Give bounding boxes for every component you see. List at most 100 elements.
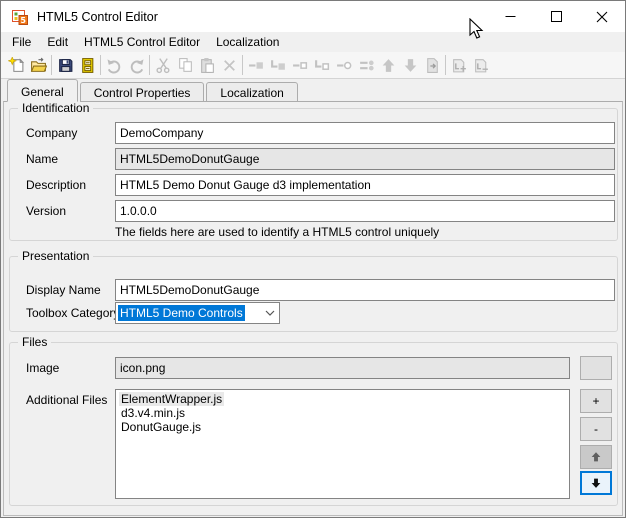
- menu-file[interactable]: File: [4, 33, 39, 51]
- add-localization-file-icon: [452, 58, 466, 72]
- attach-corner-solid-button: [267, 54, 289, 76]
- attach-line-hollow-button: [289, 54, 311, 76]
- app-icon: 5: [12, 9, 28, 25]
- attach-circle-icon: [336, 61, 351, 69]
- toolbar-separator: [51, 55, 52, 75]
- attach-circle-button: [333, 54, 355, 76]
- bind-list-button: [355, 54, 377, 76]
- move-file-down-button[interactable]: [580, 471, 612, 495]
- chevron-down-icon[interactable]: [261, 310, 279, 316]
- toolbar: [1, 52, 625, 79]
- redo-icon: [130, 58, 144, 73]
- identification-company-label: Company: [26, 126, 78, 140]
- presentation-group: Presentation Display Name HTML5DemoDonut…: [9, 249, 618, 332]
- paste-icon: [200, 57, 214, 73]
- attach-corner-hollow-icon: [314, 59, 329, 70]
- move-file-up-button[interactable]: [580, 445, 612, 469]
- add-localization-file-button: [448, 54, 470, 76]
- export-document-icon: [426, 57, 438, 73]
- remove-localization-file-icon: [474, 58, 488, 72]
- minimize-icon: [505, 16, 515, 17]
- menu-localization[interactable]: Localization: [208, 33, 287, 51]
- identification-description-label: Description: [26, 178, 87, 192]
- undo-button: [103, 54, 125, 76]
- toolbox-category-label: Toolbox Category: [26, 306, 120, 320]
- image-label: Image: [26, 361, 60, 375]
- close-button[interactable]: [579, 1, 625, 32]
- open-control-icon: [30, 57, 47, 72]
- files-group: Files Image icon.png Additional Files El…: [9, 335, 618, 506]
- save-button[interactable]: [54, 54, 76, 76]
- html5-control-editor-window: 5 HTML5 Control Editor File Edit HTML5 Con…: [0, 0, 626, 518]
- export-document-button: [421, 54, 443, 76]
- list-item-d3-v4-min-js[interactable]: d3.v4.min.js: [119, 406, 569, 420]
- maximize-button[interactable]: [533, 1, 579, 32]
- presentation-group-label: Presentation: [18, 249, 94, 263]
- toolbox-category-combobox[interactable]: HTML5 Demo Controls: [115, 302, 280, 324]
- save-icon: [58, 58, 72, 72]
- menu-html5-control-editor[interactable]: HTML5 Control Editor: [76, 33, 208, 51]
- toolbox-category-selected-value: HTML5 Demo Controls: [118, 305, 245, 321]
- identification-name-label: Name: [26, 152, 59, 166]
- window-title: HTML5 Control Editor: [37, 9, 158, 24]
- identification-company-field[interactable]: DemoCompany: [115, 122, 615, 144]
- remove-localization-file-button: [470, 54, 492, 76]
- tab-localization[interactable]: Localization: [206, 82, 298, 102]
- files-group-label: Files: [18, 335, 52, 349]
- bind-list-icon: [359, 60, 374, 70]
- attach-line-solid-button: [245, 54, 267, 76]
- tab-control-properties[interactable]: Control Properties: [79, 82, 205, 102]
- identification-group-label: Identification: [18, 101, 94, 115]
- caption-buttons: [487, 1, 625, 32]
- open-control-button[interactable]: [27, 54, 49, 76]
- identification-group: Identification The fields here are used …: [9, 101, 618, 241]
- remove-file-button[interactable]: -: [580, 417, 612, 441]
- minimize-button[interactable]: [487, 1, 533, 32]
- close-icon: [596, 11, 608, 22]
- cut-icon: [155, 57, 170, 73]
- svg-text:5: 5: [20, 15, 26, 24]
- move-up-icon: [382, 58, 394, 72]
- paste-button: [196, 54, 218, 76]
- toolbar-separator: [445, 55, 446, 75]
- identification-version-field[interactable]: 1.0.0.0: [115, 200, 615, 222]
- browse-image-button[interactable]: [580, 356, 612, 380]
- toolbar-separator: [149, 55, 150, 75]
- new-control-button[interactable]: [5, 54, 27, 76]
- attach-line-hollow-icon: [292, 61, 307, 69]
- menu-bar: File Edit HTML5 Control Editor Localization: [1, 32, 625, 52]
- copy-icon: [178, 57, 192, 72]
- save-archive-button[interactable]: [76, 54, 98, 76]
- cut-button: [152, 54, 174, 76]
- list-item-text: d3.v4.min.js: [121, 406, 186, 420]
- tab-general[interactable]: General: [7, 79, 78, 102]
- list-item-elementwrapper-js[interactable]: ElementWrapper.js: [119, 392, 569, 406]
- additional-files-listbox[interactable]: ElementWrapper.js d3.v4.min.js DonutGauge.…: [115, 389, 570, 499]
- move-up-button: [377, 54, 399, 76]
- toolbar-separator: [100, 55, 101, 75]
- menu-edit[interactable]: Edit: [39, 33, 76, 51]
- display-name-field[interactable]: HTML5DemoDonutGauge: [115, 279, 615, 301]
- list-item-text: DonutGauge.js: [121, 420, 202, 434]
- display-name-label: Display Name: [26, 283, 101, 297]
- identification-description-field[interactable]: HTML5 Demo Donut Gauge d3 implementation: [115, 174, 615, 196]
- image-field: icon.png: [115, 357, 570, 379]
- move-down-button: [399, 54, 421, 76]
- additional-files-label: Additional Files: [26, 393, 108, 407]
- copy-button: [174, 54, 196, 76]
- maximize-icon: [550, 11, 562, 22]
- arrow-up-icon: [591, 452, 601, 462]
- arrow-down-icon: [591, 478, 601, 488]
- identification-name-field: HTML5DemoDonutGauge: [115, 148, 615, 170]
- attach-corner-hollow-button: [311, 54, 333, 76]
- redo-button: [125, 54, 147, 76]
- add-file-button[interactable]: +: [580, 389, 612, 413]
- attach-corner-solid-icon: [270, 59, 285, 70]
- new-control-icon: [7, 56, 24, 72]
- attach-line-solid-icon: [248, 61, 263, 69]
- list-item-text: ElementWrapper.js: [119, 392, 225, 406]
- undo-icon: [106, 58, 120, 73]
- list-item-donutgauge-js[interactable]: DonutGauge.js: [119, 420, 569, 434]
- title-bar: 5 HTML5 Control Editor: [1, 1, 625, 32]
- move-down-icon: [404, 58, 416, 72]
